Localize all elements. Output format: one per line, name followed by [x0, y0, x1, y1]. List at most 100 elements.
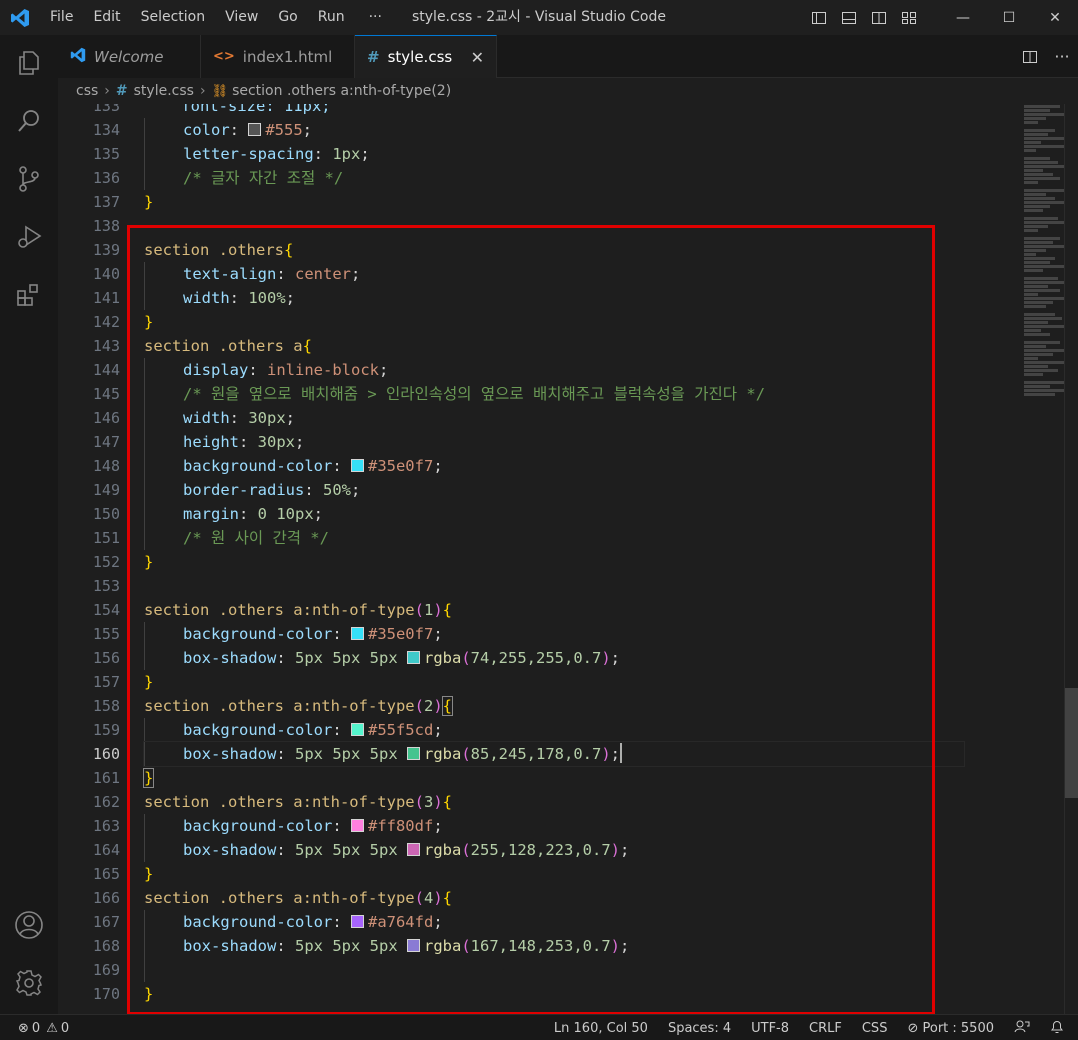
end-of-line[interactable]: CRLF [809, 1021, 842, 1036]
vscode-logo-icon [0, 0, 40, 35]
line-number: 143 [92, 337, 120, 355]
extensions-icon[interactable] [0, 267, 58, 323]
color-swatch[interactable] [248, 123, 262, 136]
minimap-line [1024, 261, 1051, 264]
minimap-line [1024, 353, 1053, 356]
chevron-right-icon: › [199, 83, 206, 99]
minimap-line [1024, 197, 1056, 200]
source-control-icon[interactable] [0, 151, 58, 207]
minimap-line [1024, 385, 1051, 388]
indentation[interactable]: Spaces: 4 [668, 1021, 731, 1036]
color-swatch[interactable] [350, 819, 364, 832]
css-value: #35e0f7 [367, 625, 434, 643]
css-value: 100% [248, 289, 286, 307]
maximize-button[interactable]: ☐ [986, 0, 1032, 35]
menu-more[interactable]: ··· [355, 0, 396, 35]
line-number: 147 [92, 433, 120, 451]
line-number: 144 [92, 361, 120, 379]
split-editor-icon[interactable] [1014, 49, 1046, 65]
menu-view[interactable]: View [215, 0, 268, 35]
color-swatch[interactable] [350, 627, 364, 640]
minimap-line [1024, 349, 1068, 352]
close-window-button[interactable]: ✕ [1032, 0, 1078, 35]
vertical-scrollbar[interactable] [1064, 104, 1078, 1014]
code-line: color: #555; [144, 118, 964, 142]
toggle-secondary-sidebar-icon[interactable] [864, 0, 894, 35]
code-line: margin: 0 10px; [144, 502, 964, 526]
no-entry-icon: ⊘ [907, 1020, 919, 1036]
code-line: } [144, 553, 154, 571]
notifications-bell-icon[interactable] [1050, 1019, 1064, 1038]
color-swatch[interactable] [350, 459, 364, 472]
feedback-icon[interactable] [1014, 1019, 1030, 1037]
breadcrumb-folder[interactable]: css [76, 83, 98, 99]
color-swatch[interactable] [407, 843, 420, 856]
line-number: 137 [92, 193, 120, 211]
line-numbers: 133 134 135 136 137 138 139 140 141 142 … [58, 104, 120, 1006]
code-line: display: inline-block; [144, 358, 964, 382]
css-property: color [183, 121, 230, 139]
explorer-icon[interactable] [0, 35, 58, 91]
menu-selection[interactable]: Selection [131, 0, 216, 35]
live-server-port[interactable]: ⊘ Port : 5500 [907, 1021, 994, 1036]
minimap-line [1024, 157, 1051, 160]
tab-welcome[interactable]: Welcome [58, 35, 201, 78]
breadcrumb-symbol[interactable]: section .others a:nth-of-type(2) [232, 83, 451, 99]
line-number: 136 [92, 169, 120, 187]
minimap-line [1024, 177, 1060, 180]
account-icon[interactable] [0, 897, 58, 953]
line-number: 149 [92, 481, 120, 499]
language-mode[interactable]: CSS [862, 1021, 888, 1036]
scrollbar-thumb[interactable] [1065, 688, 1078, 798]
run-debug-icon[interactable] [0, 209, 58, 265]
minimap-line [1024, 229, 1039, 232]
code-line: background-color: #ff80df; [144, 814, 964, 838]
css-property: border-radius [183, 481, 305, 499]
more-actions-icon[interactable]: ··· [1046, 47, 1078, 66]
css-property: text-align [183, 265, 277, 283]
menu-run[interactable]: Run [308, 0, 355, 35]
css-property: background-color [183, 457, 333, 475]
color-swatch[interactable] [407, 747, 420, 760]
search-icon[interactable] [0, 93, 58, 149]
color-swatch[interactable] [407, 651, 420, 664]
minimap-line [1024, 109, 1051, 112]
line-number: 162 [92, 793, 120, 811]
minimap-line [1024, 253, 1036, 256]
menu-edit[interactable]: Edit [83, 0, 130, 35]
minimap-line [1024, 257, 1056, 260]
line-number: 151 [92, 529, 120, 547]
customize-layout-icon[interactable] [894, 0, 924, 35]
encoding[interactable]: UTF-8 [751, 1021, 789, 1036]
menu-file[interactable]: File [40, 0, 83, 35]
code-line: /* 원 사이 간격 */ [144, 526, 964, 550]
minimap-line [1024, 241, 1053, 244]
minimap-line [1024, 173, 1053, 176]
css-property: width [183, 289, 230, 307]
code-lines: font-size: 11px; color: #555; letter-spa… [142, 104, 965, 1006]
color-swatch[interactable] [350, 723, 364, 736]
tab-style-css[interactable]: # style.css ✕ [355, 35, 497, 78]
cursor-position[interactable]: Ln 160, Col 50 [554, 1021, 648, 1036]
menu-go[interactable]: Go [268, 0, 307, 35]
css-value: 1px [332, 145, 361, 163]
problems-indicator[interactable]: ⊗ 0 ⚠ 0 [18, 1015, 69, 1040]
color-swatch[interactable] [407, 939, 420, 952]
css-selector: section .others a:nth-of-type [144, 889, 415, 907]
minimap-line [1024, 301, 1053, 304]
code-editor[interactable]: 133 134 135 136 137 138 139 140 141 142 … [58, 104, 1078, 1014]
breadcrumb-file[interactable]: style.css [134, 83, 194, 99]
color-swatch[interactable] [350, 915, 364, 928]
line-number: 167 [92, 913, 120, 931]
minimize-button[interactable]: — [940, 0, 986, 35]
symbol-class-icon: ⛓ [211, 83, 229, 99]
minimap-line [1024, 265, 1065, 268]
css-function: rgba [424, 745, 462, 763]
tab-index1-html[interactable]: <> index1.html [201, 35, 355, 78]
toggle-panel-icon[interactable] [834, 0, 864, 35]
settings-gear-icon[interactable] [0, 955, 58, 1011]
line-number: 164 [92, 841, 120, 859]
close-icon[interactable]: ✕ [471, 48, 484, 67]
toggle-primary-sidebar-icon[interactable] [804, 0, 834, 35]
code-line: } [144, 313, 154, 331]
